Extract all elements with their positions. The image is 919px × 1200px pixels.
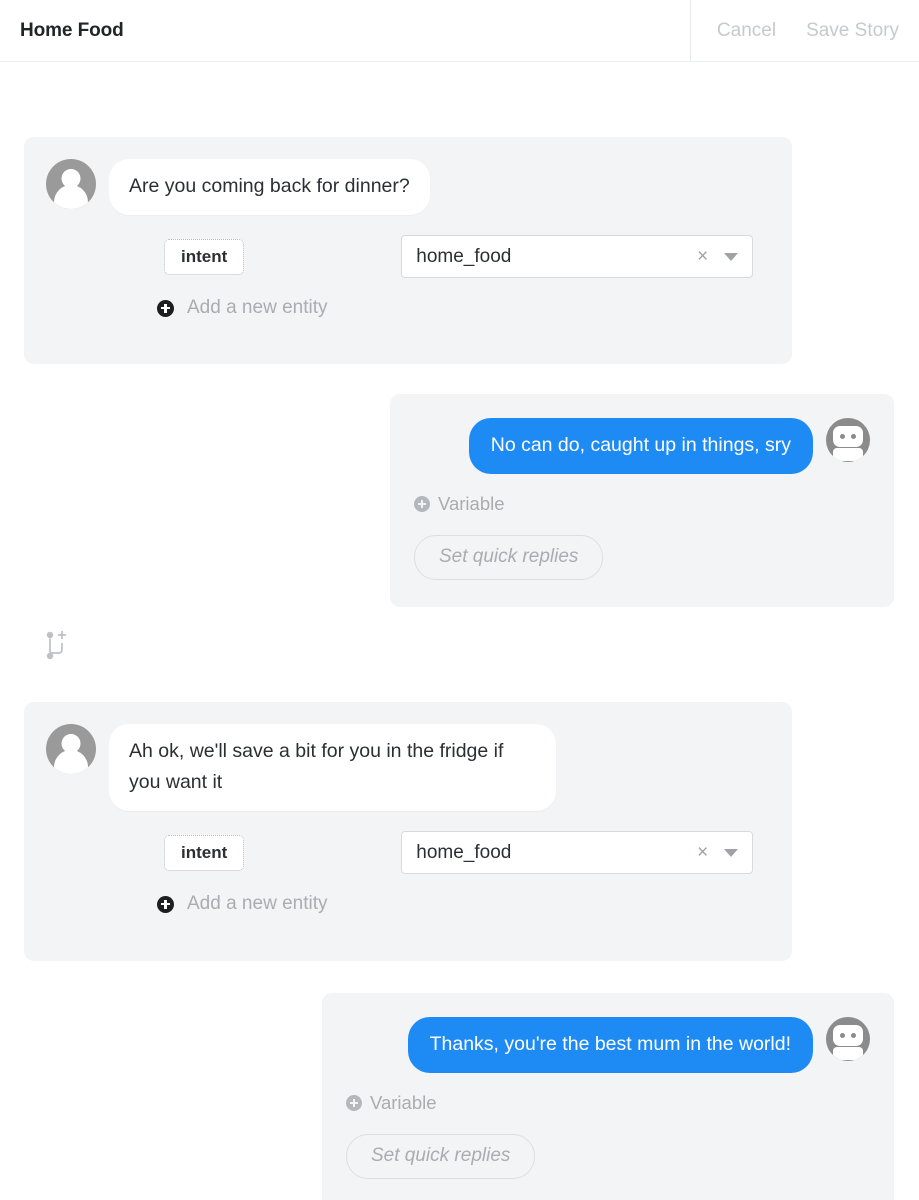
bot-message-row: Thanks, you're the best mum in the world… (322, 993, 894, 1073)
entity-value-text: home_food (416, 245, 512, 267)
add-new-entity-button[interactable]: Add a new entity (24, 893, 792, 938)
entity-value-text: home_food (416, 841, 512, 863)
set-quick-replies-button[interactable]: Set quick replies (346, 1134, 536, 1179)
set-quick-replies-button[interactable]: Set quick replies (414, 535, 604, 580)
intent-badge[interactable]: intent (164, 238, 245, 275)
plus-circle-icon (157, 299, 174, 317)
clear-entity-icon[interactable]: × (697, 843, 708, 862)
add-new-entity-label: Add a new entity (187, 297, 328, 318)
user-message-card: Ah ok, we'll save a bit for you in the f… (24, 702, 792, 961)
add-variable-button[interactable]: Variable (390, 493, 894, 515)
save-story-button[interactable]: Save Story (806, 20, 899, 42)
user-message-row: Are you coming back for dinner? (24, 137, 792, 215)
user-avatar-icon (46, 159, 96, 209)
chevron-down-icon[interactable] (724, 252, 739, 261)
entity-row: intent home_food × (24, 235, 792, 278)
bot-avatar-icon (826, 1017, 870, 1061)
add-variable-label: Variable (438, 493, 505, 514)
intent-badge[interactable]: intent (164, 834, 245, 871)
bot-message-card: Thanks, you're the best mum in the world… (322, 993, 894, 1200)
plus-circle-icon (157, 895, 174, 913)
add-variable-button[interactable]: Variable (322, 1092, 894, 1114)
entity-value-select[interactable]: home_food × (401, 235, 754, 278)
user-message-bubble[interactable]: Ah ok, we'll save a bit for you in the f… (109, 724, 556, 811)
bot-message-bubble[interactable]: Thanks, you're the best mum in the world… (407, 1017, 813, 1073)
bot-avatar-icon (826, 418, 870, 462)
plus-circle-icon (414, 496, 430, 512)
chevron-down-icon[interactable] (724, 848, 739, 857)
plus-circle-icon (346, 1095, 362, 1111)
entity-row: intent home_food × (24, 831, 792, 874)
story-canvas: Are you coming back for dinner? intent h… (0, 62, 919, 1200)
user-message-card: Are you coming back for dinner? intent h… (24, 137, 792, 364)
entity-value-select[interactable]: home_food × (401, 831, 754, 874)
add-new-entity-label: Add a new entity (187, 893, 328, 914)
add-new-entity-button[interactable]: Add a new entity (24, 297, 792, 342)
user-message-bubble[interactable]: Are you coming back for dinner? (109, 159, 430, 215)
bot-message-row: No can do, caught up in things, sry (390, 394, 894, 474)
bot-message-bubble[interactable]: No can do, caught up in things, sry (468, 418, 813, 474)
add-variable-label: Variable (370, 1092, 437, 1113)
clear-entity-icon[interactable]: × (697, 247, 708, 266)
user-message-row: Ah ok, we'll save a bit for you in the f… (24, 702, 792, 811)
bot-message-card: No can do, caught up in things, sry Vari… (390, 394, 894, 607)
page-title: Home Food (20, 19, 124, 41)
add-branch-icon[interactable] (43, 627, 71, 668)
user-avatar-icon (46, 724, 96, 774)
header-actions: Cancel Save Story (689, 0, 919, 62)
app-header: Home Food Cancel Save Story (0, 0, 919, 62)
cancel-button[interactable]: Cancel (717, 20, 776, 42)
